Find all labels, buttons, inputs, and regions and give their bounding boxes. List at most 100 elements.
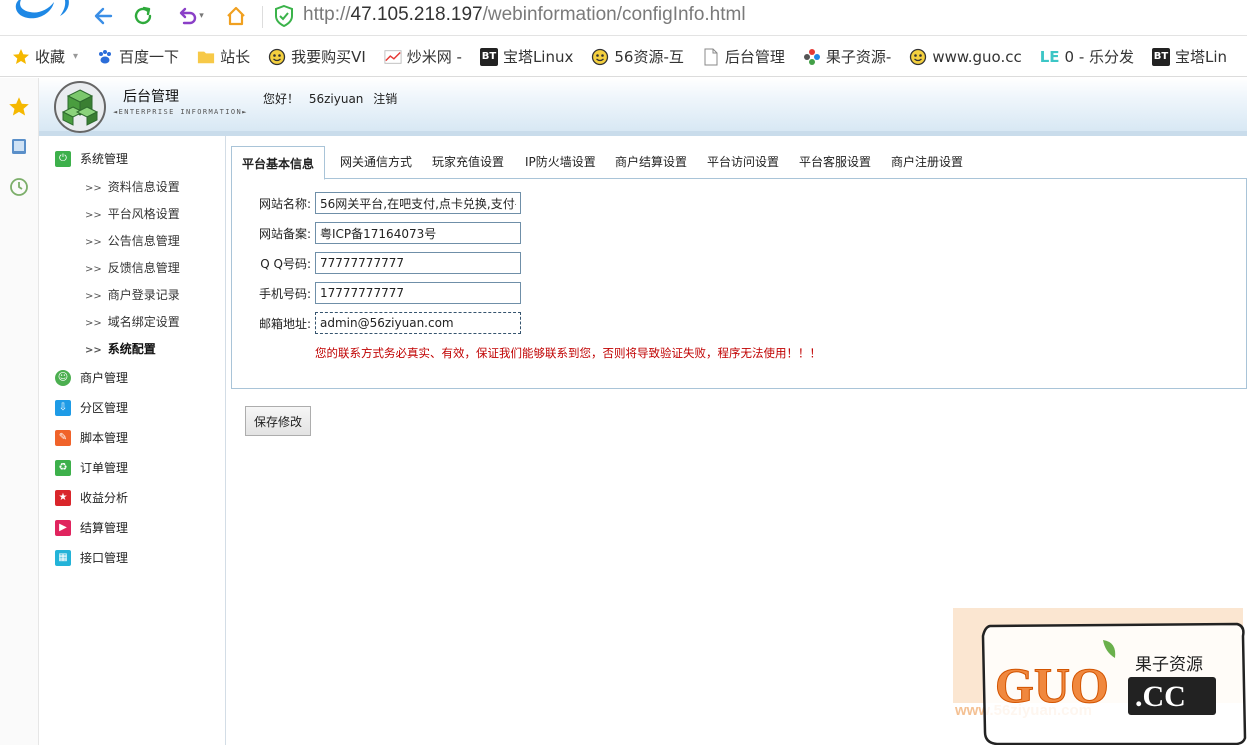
nav-group-label: 结算管理: [80, 521, 129, 535]
tab-ip-firewall[interactable]: IP防火墙设置: [525, 146, 596, 179]
qq-input[interactable]: [315, 252, 521, 274]
bookmark-favorites[interactable]: 收藏 ▾: [0, 37, 79, 76]
nav-item-system-config[interactable]: >> 系统配置: [85, 340, 156, 357]
tab-merchant-register[interactable]: 商户注册设置: [891, 146, 963, 179]
watermark-tld: .CC: [1135, 680, 1186, 713]
nav-group-label: 系统管理: [80, 152, 129, 166]
bookmark-chaomi[interactable]: 炒米网 -: [372, 37, 462, 76]
icp-input[interactable]: [315, 222, 521, 244]
nav-group-system[interactable]: ⏻ 系统管理: [55, 150, 128, 167]
nav-group-revenue[interactable]: ★ 收益分析: [55, 489, 128, 506]
bookmark-label: 收藏: [35, 48, 66, 66]
double-chevron-icon: >>: [85, 183, 102, 194]
smiley-icon: [591, 48, 609, 66]
bookmark-lefenfa[interactable]: LE 0 - 乐分发: [1028, 37, 1134, 76]
nav-item-label: 公告信息管理: [107, 234, 180, 248]
nav-group-scripts[interactable]: ✎ 脚本管理: [55, 429, 128, 446]
nav-group-label: 收益分析: [80, 491, 129, 505]
bookmark-label: 宝塔Lin: [1175, 48, 1228, 66]
logout-link[interactable]: 注销: [373, 92, 397, 106]
shield-icon: [275, 5, 293, 27]
bookmark-label: 后台管理: [724, 48, 785, 66]
tab-customer-service[interactable]: 平台客服设置: [799, 146, 871, 179]
baidu-paw-icon: [96, 48, 114, 66]
bookmark-label: 炒米网 -: [406, 48, 462, 66]
nav-item-label: 资料信息设置: [107, 180, 180, 194]
le-icon: LE: [1039, 47, 1060, 66]
smiley-icon: [268, 48, 286, 66]
field-label: 邮箱地址:: [258, 316, 311, 331]
bookmark-bt-linux[interactable]: BT 宝塔Linux: [468, 37, 574, 76]
tab-merchant-settlement[interactable]: 商户结算设置: [615, 146, 687, 179]
favorites-sidebar-button[interactable]: [8, 96, 30, 118]
home-button[interactable]: [223, 3, 249, 29]
bookmark-label: 站长: [220, 48, 251, 66]
bookmark-baidu[interactable]: 百度一下: [84, 37, 180, 76]
bookmark-56ziyuan[interactable]: 56资源-互: [579, 37, 684, 76]
divider: [262, 6, 263, 28]
refresh-button[interactable]: [130, 3, 156, 29]
nav-group-partitions[interactable]: ⇩ 分区管理: [55, 399, 128, 416]
url-host: 47.105.218.197: [350, 4, 483, 25]
admin-nav: ⏻ 系统管理 >> 资料信息设置 >> 平台风格设置 >> 公告信息管理 >> 反馈信息…: [39, 136, 226, 745]
flower-icon: [803, 48, 821, 66]
url-field[interactable]: http://47.105.218.197/webinformation/con…: [303, 4, 746, 26]
tab-platform-basic[interactable]: 平台基本信息: [231, 146, 326, 180]
tab-gateway-comm[interactable]: 网关通信方式: [340, 146, 412, 179]
email-input[interactable]: [315, 312, 521, 334]
phone-input[interactable]: [315, 282, 521, 304]
save-button[interactable]: 保存修改: [245, 406, 311, 436]
bookmark-label: 百度一下: [119, 48, 180, 66]
nav-item-profile-settings[interactable]: >> 资料信息设置: [85, 178, 180, 195]
bookmark-label: 56资源-互: [614, 48, 684, 66]
contact-warning: 您的联系方式务必真实、有效，保证我们能够联系到您，否则将导致验证失败，程序无法使…: [315, 346, 821, 360]
nav-group-label: 订单管理: [80, 461, 129, 475]
download-icon: ⇩: [55, 399, 71, 416]
history-sidebar-button[interactable]: [8, 176, 30, 198]
undo-icon: [180, 7, 197, 25]
nav-group-api[interactable]: ▦ 接口管理: [55, 549, 128, 566]
chevron-down-icon: ▾: [73, 51, 79, 62]
site-name-input[interactable]: [315, 192, 521, 214]
nav-group-label: 分区管理: [80, 401, 129, 415]
star-icon: [9, 97, 29, 116]
double-chevron-icon: >>: [85, 237, 102, 248]
username: 56ziyuan: [308, 92, 364, 106]
form-row-qq: Q Q号码:: [232, 252, 521, 274]
nav-item-login-records[interactable]: >> 商户登录记录: [85, 286, 180, 303]
arrow-left-icon: [94, 7, 113, 25]
settings-tabs: 平台基本信息 网关通信方式 玩家充值设置 IP防火墙设置 商户结算设置 平台访问…: [231, 146, 1247, 180]
nav-group-label: 商户管理: [80, 371, 129, 385]
bookmark-guo-cc[interactable]: www.guo.cc: [897, 37, 1022, 76]
basic-info-form: 网站名称: 网站备案: Q Q号码: 手机号码: 邮箱地址: 您的联系方式务必真…: [231, 179, 1247, 389]
pencil-icon: ✎: [55, 429, 71, 446]
tab-platform-access[interactable]: 平台访问设置: [707, 146, 779, 179]
bookmark-zhanzhang[interactable]: 站长: [185, 37, 251, 76]
back-button[interactable]: [90, 3, 116, 29]
greeting-text: 您好！: [263, 92, 300, 106]
undo-button[interactable]: ▾: [170, 3, 210, 29]
browser-logo-icon: [15, 0, 69, 19]
url-prefix: http://: [303, 4, 351, 25]
smiley-icon: [909, 48, 927, 66]
bookmark-buy-vi[interactable]: 我要购买VI: [256, 37, 366, 76]
nav-item-feedback[interactable]: >> 反馈信息管理: [85, 259, 180, 276]
nav-group-settlement[interactable]: ▶ 结算管理: [55, 519, 128, 536]
nav-item-style-settings[interactable]: >> 平台风格设置: [85, 205, 180, 222]
double-chevron-icon: >>: [85, 318, 102, 329]
reader-sidebar-button[interactable]: [8, 136, 30, 158]
bookmark-label: 宝塔Linux: [502, 48, 574, 66]
nav-item-announcements[interactable]: >> 公告信息管理: [85, 232, 180, 249]
bookmark-bt-linux-2[interactable]: BT 宝塔Lin: [1140, 37, 1228, 76]
nav-item-domain-binding[interactable]: >> 域名绑定设置: [85, 313, 180, 330]
nav-group-label: 接口管理: [80, 551, 129, 565]
nav-group-merchants[interactable]: ☺ 商户管理: [55, 369, 128, 386]
bookmark-guozi[interactable]: 果子资源-: [791, 37, 891, 76]
bookmarks-bar: 收藏 ▾ 百度一下 站长 我要购买VI 炒米网 - BT 宝塔Linux 56资…: [0, 37, 1247, 77]
nav-group-orders[interactable]: ♻ 订单管理: [55, 459, 128, 476]
site-subtitle: ◄ENTERPRISE INFORMATION►: [113, 108, 248, 116]
tab-player-recharge[interactable]: 玩家充值设置: [432, 146, 504, 179]
bt-icon: BT: [1152, 47, 1171, 66]
bookmark-admin[interactable]: 后台管理: [690, 37, 785, 76]
nav-item-label: 商户登录记录: [107, 288, 180, 302]
